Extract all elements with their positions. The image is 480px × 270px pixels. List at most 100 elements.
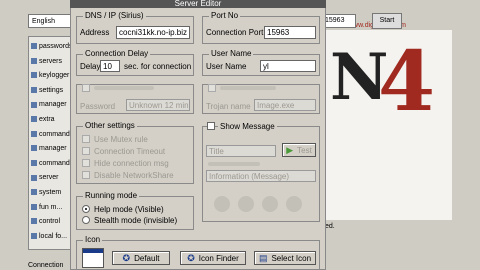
tree-item-icon bbox=[31, 116, 37, 123]
other-setting-checkbox[interactable] bbox=[82, 171, 90, 179]
tree-item-label: servers bbox=[39, 57, 62, 65]
other-settings-title: Other settings bbox=[83, 121, 137, 130]
tree-item[interactable]: server bbox=[31, 172, 71, 183]
tree-item-label: manager bbox=[39, 145, 67, 153]
star-icon: ✪ bbox=[122, 253, 131, 263]
tree-item-label: server bbox=[39, 174, 59, 182]
address-input[interactable]: cocni31kk.no-ip.biz bbox=[116, 26, 190, 39]
select-icon-button[interactable]: ▤ Select Icon bbox=[254, 251, 316, 265]
message-title-input[interactable]: Title bbox=[206, 145, 276, 157]
connection-port-label: Connection Port bbox=[206, 28, 264, 37]
right-option-checkbox[interactable] bbox=[208, 84, 216, 92]
icon-preview-titlebar bbox=[83, 249, 103, 253]
stealth-mode-radio[interactable] bbox=[82, 216, 90, 224]
main-port-input[interactable]: 15963 bbox=[322, 14, 356, 28]
tree-item[interactable]: keylogger bbox=[31, 70, 71, 81]
language-select[interactable]: English bbox=[28, 14, 72, 28]
connection-delay-title: Connection Delay bbox=[83, 49, 151, 58]
tree-item-icon bbox=[31, 72, 37, 79]
other-setting-checkbox[interactable] bbox=[82, 159, 90, 167]
tree-item[interactable]: passwords bbox=[31, 41, 71, 52]
tree-item-icon bbox=[31, 57, 37, 64]
tree-item-label: passwords bbox=[39, 43, 71, 50]
tree-item[interactable]: local fo... bbox=[31, 231, 71, 242]
tree-item-icon bbox=[31, 101, 37, 108]
tree-item-icon bbox=[31, 203, 37, 210]
star-icon: ✪ bbox=[187, 253, 195, 263]
show-message-title: Show Message bbox=[218, 122, 277, 131]
tree-item[interactable]: servers bbox=[31, 56, 71, 67]
tree-item-label: local fo... bbox=[39, 232, 68, 240]
tree-item-icon bbox=[31, 145, 37, 152]
start-button[interactable]: Start bbox=[372, 13, 402, 29]
tree-item-icon bbox=[31, 189, 37, 196]
message-type-select[interactable]: Information (Message) bbox=[206, 170, 316, 182]
other-setting-label: Hide connection msg bbox=[94, 159, 169, 168]
left-option-checkbox[interactable] bbox=[82, 84, 90, 92]
tree-item[interactable]: manager bbox=[31, 99, 71, 110]
tree-item[interactable]: commands bbox=[31, 158, 71, 169]
right-option-field[interactable]: Image.exe bbox=[254, 99, 316, 111]
tree-item-label: commands bbox=[39, 159, 71, 167]
icon-group-title: Icon bbox=[83, 235, 103, 244]
tree-item-icon bbox=[31, 159, 37, 166]
tree-item-icon bbox=[31, 130, 37, 137]
stealth-mode-label: Stealth mode (invisible) bbox=[94, 216, 178, 225]
right-option-field-label: Trojan name bbox=[206, 102, 251, 111]
tree-item-label: settings bbox=[39, 86, 64, 94]
other-setting-label: Connection Timeout bbox=[94, 147, 166, 156]
user-name-label: User Name bbox=[206, 62, 247, 71]
right-option-caption-bar bbox=[220, 86, 276, 90]
message-icon-option[interactable] bbox=[286, 196, 302, 212]
message-caption-bar bbox=[208, 162, 260, 166]
select-icon-label: Select Icon bbox=[271, 254, 312, 263]
tree-item[interactable]: commands bbox=[31, 129, 71, 140]
help-mode-radio[interactable] bbox=[82, 205, 90, 213]
other-setting-checkbox[interactable] bbox=[82, 135, 90, 143]
delay-label: Delay bbox=[80, 62, 101, 71]
message-icon-row bbox=[210, 196, 310, 214]
dialog-title: Server Editor bbox=[70, 0, 326, 8]
delay-unit-label: sec. for connection bbox=[124, 62, 192, 71]
tree-item[interactable]: manager bbox=[31, 143, 71, 154]
left-option-field-label: Password bbox=[80, 102, 116, 111]
background-trailing-text: ed. bbox=[325, 223, 335, 230]
tree-item-label: fun m... bbox=[39, 203, 63, 211]
delay-input[interactable]: 10 bbox=[100, 60, 120, 72]
logo-number: 4 bbox=[378, 34, 436, 130]
show-message-checkbox[interactable] bbox=[207, 122, 215, 130]
tree-item-label: control bbox=[39, 218, 61, 226]
tree-item[interactable]: extra bbox=[31, 114, 71, 125]
message-icon-option[interactable] bbox=[262, 196, 278, 212]
message-icon-option[interactable] bbox=[238, 196, 254, 212]
play-icon: ▶ bbox=[286, 145, 294, 155]
user-name-input[interactable]: yl bbox=[260, 60, 316, 72]
address-label: Address bbox=[80, 28, 110, 37]
tree-item-icon bbox=[31, 174, 37, 181]
tree-item[interactable]: fun m... bbox=[31, 202, 71, 213]
message-icon-option[interactable] bbox=[214, 196, 230, 212]
other-setting-label: Use Mutex rule bbox=[94, 135, 148, 144]
icon-preview bbox=[82, 248, 104, 268]
other-setting-checkbox[interactable] bbox=[82, 147, 90, 155]
tree-item-label: keylogger bbox=[39, 72, 70, 80]
left-option-caption-bar bbox=[94, 86, 154, 90]
feature-tree[interactable]: passwords servers keylogger settings manager… bbox=[28, 36, 72, 250]
connection-port-input[interactable]: 15963 bbox=[264, 26, 316, 39]
left-option-field[interactable]: Unknown 12 min bbox=[126, 99, 190, 111]
tree-item-label: manager bbox=[39, 101, 67, 109]
running-mode-title: Running mode bbox=[83, 191, 140, 200]
help-mode-label: Help mode (Visible) bbox=[94, 205, 164, 214]
default-icon-button[interactable]: ✪ Default bbox=[112, 251, 170, 265]
tree-item-icon bbox=[31, 43, 37, 50]
tree-item[interactable]: system bbox=[31, 187, 71, 198]
icon-finder-label: Icon Finder bbox=[198, 254, 239, 263]
other-setting-label: Disable NetworkShare bbox=[94, 171, 174, 180]
test-button-label: Test bbox=[297, 146, 312, 155]
icon-finder-button[interactable]: ✪ Icon Finder bbox=[180, 251, 246, 265]
test-message-button[interactable]: ▶ Test bbox=[282, 143, 316, 157]
port-group-title: Port No bbox=[209, 11, 241, 20]
tree-item[interactable]: settings bbox=[31, 85, 71, 96]
tree-item-icon bbox=[31, 86, 37, 93]
tree-item[interactable]: control bbox=[31, 216, 71, 227]
